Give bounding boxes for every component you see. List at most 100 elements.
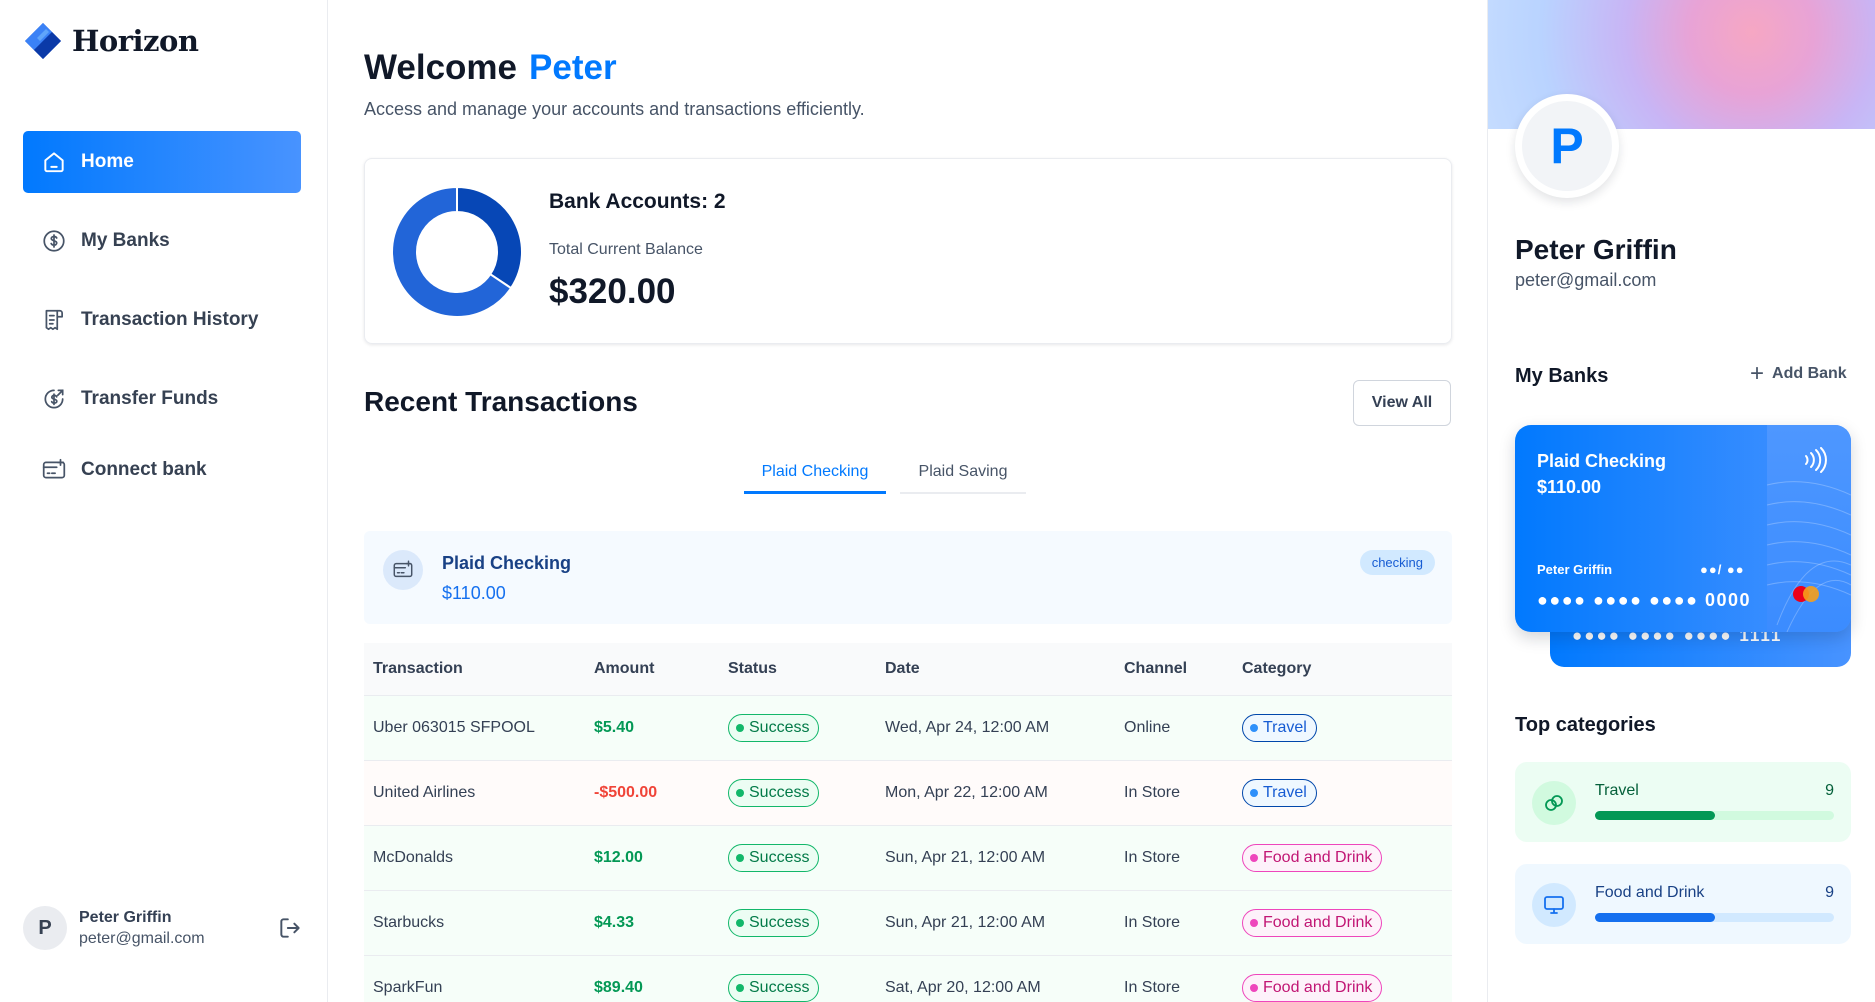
account-card-icon-wrap (383, 550, 423, 590)
table-header: Transaction Amount Status Date Channel C… (364, 643, 1452, 696)
logout-icon[interactable] (277, 915, 303, 941)
my-banks-title: My Banks (1515, 365, 1609, 387)
account-balance: $110.00 (442, 583, 506, 603)
category-badge: Travel (1242, 779, 1317, 807)
status-dot (736, 724, 744, 732)
food-drink-icon (1544, 896, 1564, 914)
sidebar-item-transfer-funds[interactable]: Transfer Funds (23, 368, 301, 430)
sidebar-user-email: peter@gmail.com (79, 929, 205, 947)
avatar: P (23, 906, 67, 950)
add-bank-button[interactable]: + Add Bank (1750, 362, 1847, 386)
profile-name: Peter Griffin (1515, 234, 1677, 265)
donut-segment-0 (456, 187, 522, 290)
column-header: Channel (1124, 660, 1188, 677)
plus-icon: + (1750, 360, 1765, 387)
table-row[interactable]: SparkFun $89.40 Success Sat, Apr 20, 12:… (364, 956, 1452, 1002)
category-count: 9 (1825, 884, 1834, 901)
main-content: Welcome Peter Access and manage your acco… (329, 0, 1486, 1002)
tab-plaid-checking[interactable]: Plaid Checking (744, 452, 886, 494)
transaction-channel: In Store (1124, 914, 1181, 931)
account-name: Plaid Checking (442, 553, 572, 573)
status-dot (736, 854, 744, 862)
travel-icon (1545, 795, 1563, 811)
bank-card[interactable]: Plaid Checking $110.00 Peter Griffin ●●/… (1515, 425, 1851, 632)
welcome-text: Welcome (364, 48, 518, 87)
sidebar: Horizon Home My Banks Transaction Histor… (0, 0, 328, 1002)
category-progress-bar (1595, 913, 1834, 922)
category-card-travel[interactable]: Travel 9 (1515, 762, 1851, 842)
money-send-icon (44, 389, 64, 409)
total-balance-label: Total Current Balance (549, 241, 703, 258)
status-dot (736, 984, 744, 992)
sidebar-item-transaction-history[interactable]: Transaction History (23, 289, 301, 351)
table-row[interactable]: United Airlines -$500.00 Success Mon, Ap… (364, 761, 1452, 826)
bank-accounts-count: Bank Accounts: 2 (549, 190, 726, 213)
category-name: Food and Drink (1595, 884, 1705, 901)
column-header: Category (1242, 660, 1312, 677)
status-label: Success (749, 719, 810, 736)
sidebar-user: P Peter Griffin peter@gmail.com (23, 906, 303, 950)
sidebar-item-label: My Banks (81, 230, 170, 251)
transaction-name: United Airlines (373, 784, 476, 801)
connect-bank-icon (42, 458, 66, 479)
balance-donut-chart (392, 187, 522, 317)
column-header: Date (885, 660, 920, 677)
category-label: Travel (1263, 719, 1307, 736)
category-card-food-and-drink[interactable]: Food and Drink 9 (1515, 864, 1851, 944)
profile-avatar: P (1515, 94, 1619, 198)
transaction-date: Wed, Apr 24, 12:00 AM (885, 719, 1050, 736)
transaction-channel: In Store (1124, 784, 1181, 801)
add-bank-label: Add Bank (1772, 365, 1847, 382)
sidebar-user-info: Peter Griffin peter@gmail.com (79, 909, 265, 948)
card-expiry: ●●/ ●● (1700, 562, 1745, 577)
logo[interactable]: Horizon (24, 22, 199, 60)
column-header: Transaction (373, 660, 463, 677)
category-count: 9 (1825, 782, 1834, 799)
category-icon-wrap (1532, 883, 1576, 927)
table-row[interactable]: Starbucks $4.33 Success Sun, Apr 21, 12:… (364, 891, 1452, 956)
table-row[interactable]: McDonalds $12.00 Success Sun, Apr 21, 12… (364, 826, 1452, 891)
sidebar-item-my-banks[interactable]: My Banks (23, 210, 301, 272)
category-dot (1250, 919, 1258, 927)
view-all-button[interactable]: View All (1353, 380, 1451, 426)
transaction-amount: -$500.00 (594, 784, 658, 801)
sidebar-item-label: Transfer Funds (81, 388, 219, 409)
status-label: Success (749, 849, 810, 866)
dollar-circle-icon (43, 230, 65, 252)
transaction-channel: In Store (1124, 849, 1181, 866)
card-holder-name: Peter Griffin (1537, 562, 1613, 577)
transaction-name: Starbucks (373, 914, 445, 931)
status-badge: Success (728, 779, 820, 807)
profile-email: peter@gmail.com (1515, 270, 1657, 290)
sidebar-item-home[interactable]: Home (23, 131, 301, 193)
sidebar-item-label: Home (81, 151, 134, 172)
category-badge: Travel (1242, 714, 1317, 742)
card-bank-name: Plaid Checking (1537, 451, 1667, 471)
contactless-icon (1805, 447, 1827, 473)
profile-sidebar: P Peter Griffin peter@gmail.com My Banks… (1487, 0, 1875, 1002)
category-badge: Food and Drink (1242, 974, 1383, 1002)
status-dot (736, 789, 744, 797)
column-header: Status (728, 660, 777, 677)
status-dot (736, 919, 744, 927)
page-subtitle: Access and manage your accounts and tran… (364, 99, 865, 119)
card-number: ●●●● ●●●● ●●●● 0000 (1537, 590, 1752, 610)
category-icon-wrap (1532, 781, 1576, 825)
table-row[interactable]: Uber 063015 SFPOOL $5.40 Success Wed, Ap… (364, 696, 1452, 761)
sidebar-user-name: Peter Griffin (79, 908, 172, 926)
transaction-channel: Online (1124, 719, 1171, 736)
category-progress-fill (1595, 913, 1715, 922)
sidebar-item-label: Connect bank (81, 459, 207, 480)
column-header: Amount (594, 660, 655, 677)
sidebar-item-connect-bank[interactable]: Connect bank (23, 439, 301, 501)
category-dot (1250, 789, 1258, 797)
transaction-channel: In Store (1124, 979, 1181, 996)
welcome-user-name: Peter (529, 48, 617, 87)
transactions-table: Transaction Amount Status Date Channel C… (364, 643, 1452, 1002)
category-badge: Food and Drink (1242, 909, 1383, 937)
status-badge: Success (728, 714, 820, 742)
mastercard-logo-icon (1793, 586, 1819, 602)
total-balance-value: $320.00 (549, 272, 676, 311)
tab-plaid-saving[interactable]: Plaid Saving (900, 452, 1026, 494)
page-title: Welcome Peter (364, 48, 617, 88)
